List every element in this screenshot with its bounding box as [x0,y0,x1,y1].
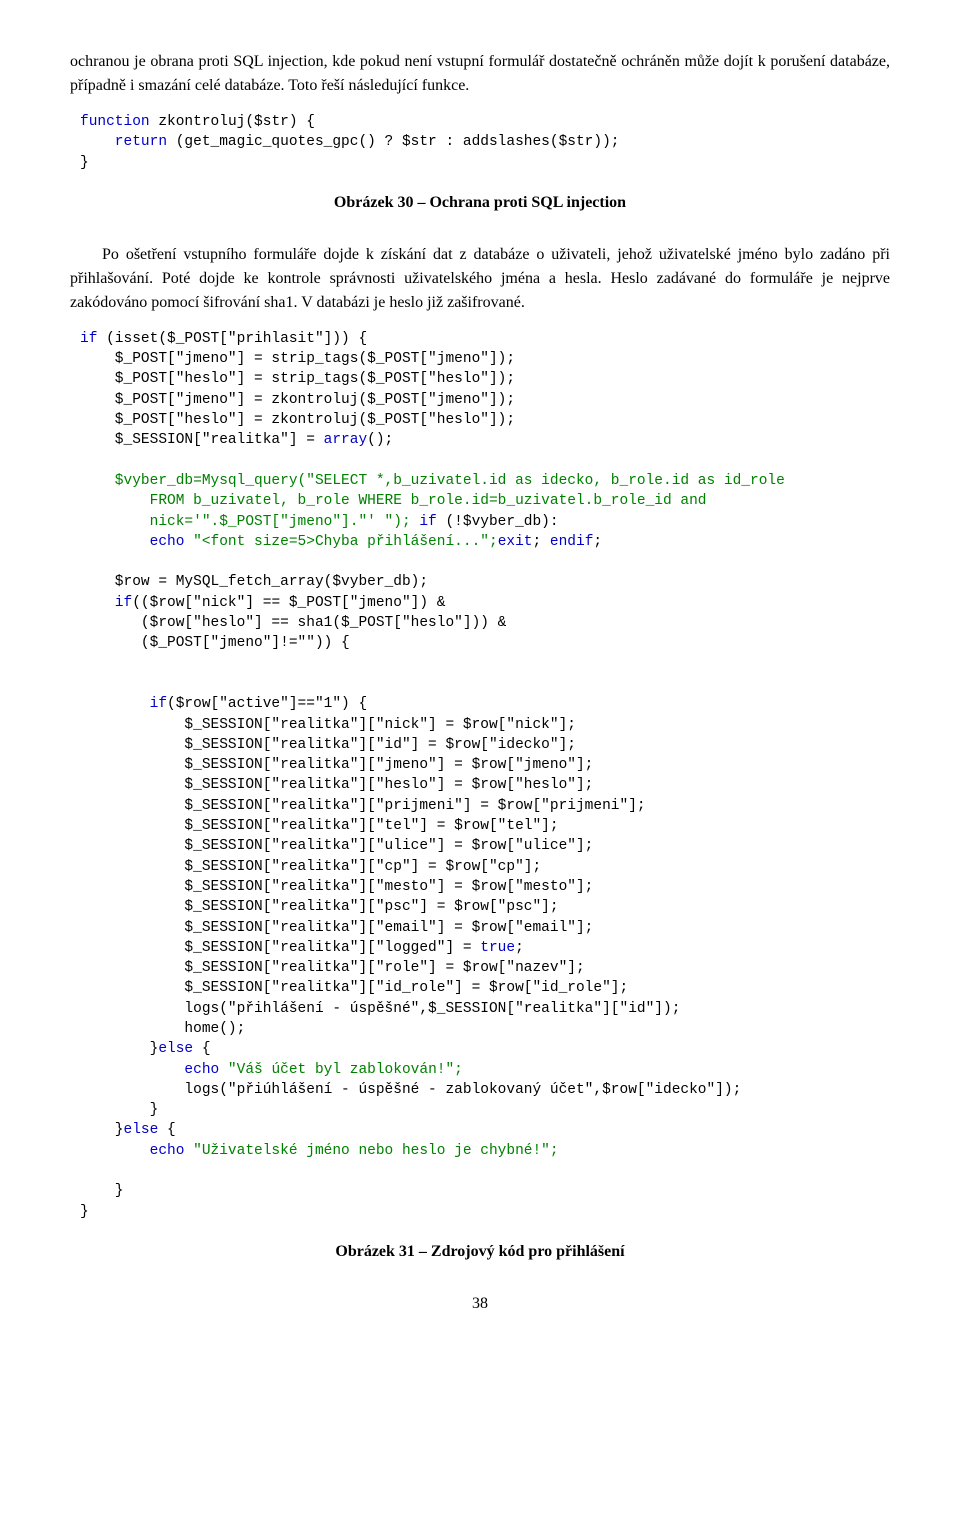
page-number: 38 [70,1292,890,1316]
code-text: "Váš účet byl zablokován!"; [219,1062,463,1078]
code-text: (($row["nick"] == $_POST["jmeno"]) & [132,595,445,611]
figure-caption-30: Obrázek 30 – Ochrana proti SQL injection [70,191,890,215]
code-text: $_SESSION["realitka"]["cp"] = $row["cp"]… [80,859,541,875]
code-text: } [80,1041,158,1057]
code-text: exit [498,534,533,550]
code-text: $_SESSION["realitka"]["prijmeni"] = $row… [80,798,646,814]
intro-paragraph-1: ochranou je obrana proti SQL injection, … [70,50,890,98]
code-text: } [80,1102,158,1118]
code-text: $_SESSION["realitka"]["mesto"] = $row["m… [80,879,593,895]
code-text: $_POST["jmeno"] = strip_tags($_POST["jme… [80,351,515,367]
code-text: $_SESSION["realitka"]["tel"] = $row["tel… [80,818,559,834]
code-text: { [193,1041,210,1057]
code-block-2: if (isset($_POST["prihlasit"])) { $_POST… [70,329,890,1222]
code-text: (isset($_POST["prihlasit"])) { [97,331,367,347]
code-text: true [480,940,515,956]
code-text: ; [593,534,602,550]
code-text: "Uživatelské jméno nebo heslo je chybné!… [184,1143,558,1159]
code-text: FROM b_uzivatel, b_role WHERE b_role.id=… [80,493,707,509]
code-text: zkontroluj($str) { [150,114,315,130]
code-text: $_SESSION["realitka"]["id_role"] = $row[… [80,980,628,996]
code-text: endif [550,534,594,550]
code-text: return [80,134,167,150]
code-text: home(); [80,1021,245,1037]
code-text: echo [80,1143,184,1159]
code-text [80,656,89,672]
code-text: $_SESSION["realitka"] = [80,432,324,448]
code-text: (); [367,432,393,448]
code-text: } [80,155,89,171]
code-text: ; [533,534,550,550]
code-text: array [324,432,368,448]
code-text: if [419,514,436,530]
code-text: ($row["heslo"] == sha1($_POST["heslo"]))… [80,615,506,631]
code-text: { [158,1122,175,1138]
code-text: ($row["active"]=="1") { [167,696,367,712]
code-text: $_POST["jmeno"] = zkontroluj($_POST["jme… [80,392,515,408]
code-text: $_SESSION["realitka"]["logged"] = [80,940,480,956]
code-text: $_POST["heslo"] = strip_tags($_POST["hes… [80,371,515,387]
code-text: else [158,1041,193,1057]
code-text: logs("přiúhlášení - úspěšné - zablokovan… [80,1082,741,1098]
code-text: (get_magic_quotes_gpc() ? $str : addslas… [167,134,619,150]
code-text: nick='".$_POST["jmeno"]."' "); [80,514,419,530]
code-text: $_SESSION["realitka"]["psc"] = $row["psc… [80,899,559,915]
code-text: if [80,696,167,712]
intro-paragraph-2: Po ošetření vstupního formuláře dojde k … [70,243,890,315]
code-text [80,1163,89,1179]
code-text: ; [515,940,524,956]
code-text: echo [80,534,184,550]
code-block-1: function zkontroluj($str) { return (get_… [70,112,890,173]
code-text: $_SESSION["realitka"]["role"] = $row["na… [80,960,585,976]
code-text: $_SESSION["realitka"]["jmeno"] = $row["j… [80,757,593,773]
code-text: $row = MySQL_fetch_array($vyber_db); [80,574,428,590]
code-text [80,453,89,469]
code-text: $_SESSION["realitka"]["nick"] = $row["ni… [80,717,576,733]
code-text: $_SESSION["realitka"]["email"] = $row["e… [80,920,593,936]
code-text: if [80,595,132,611]
code-text: } [80,1183,124,1199]
code-text: } [80,1122,124,1138]
code-text: $_POST["heslo"] = zkontroluj($_POST["hes… [80,412,515,428]
figure-caption-31: Obrázek 31 – Zdrojový kód pro přihlášení [70,1240,890,1264]
code-text: (!$vyber_db): [437,514,559,530]
code-text: $_SESSION["realitka"]["ulice"] = $row["u… [80,838,593,854]
code-text: $vyber_db=Mysql_query("SELECT *,b_uzivat… [80,473,785,489]
code-text: function [80,114,150,130]
code-text: "<font size=5>Chyba přihlášení..."; [184,534,497,550]
code-text: ($_POST["jmeno"]!="")) { [80,635,350,651]
code-text: else [124,1122,159,1138]
code-text: } [80,1204,89,1220]
code-text: logs("přihlášení - úspěšné",$_SESSION["r… [80,1001,680,1017]
code-text [80,554,89,570]
code-text: if [80,331,97,347]
code-text: echo [80,1062,219,1078]
code-text [80,676,89,692]
code-text: $_SESSION["realitka"]["id"] = $row["idec… [80,737,576,753]
code-text: $_SESSION["realitka"]["heslo"] = $row["h… [80,777,593,793]
